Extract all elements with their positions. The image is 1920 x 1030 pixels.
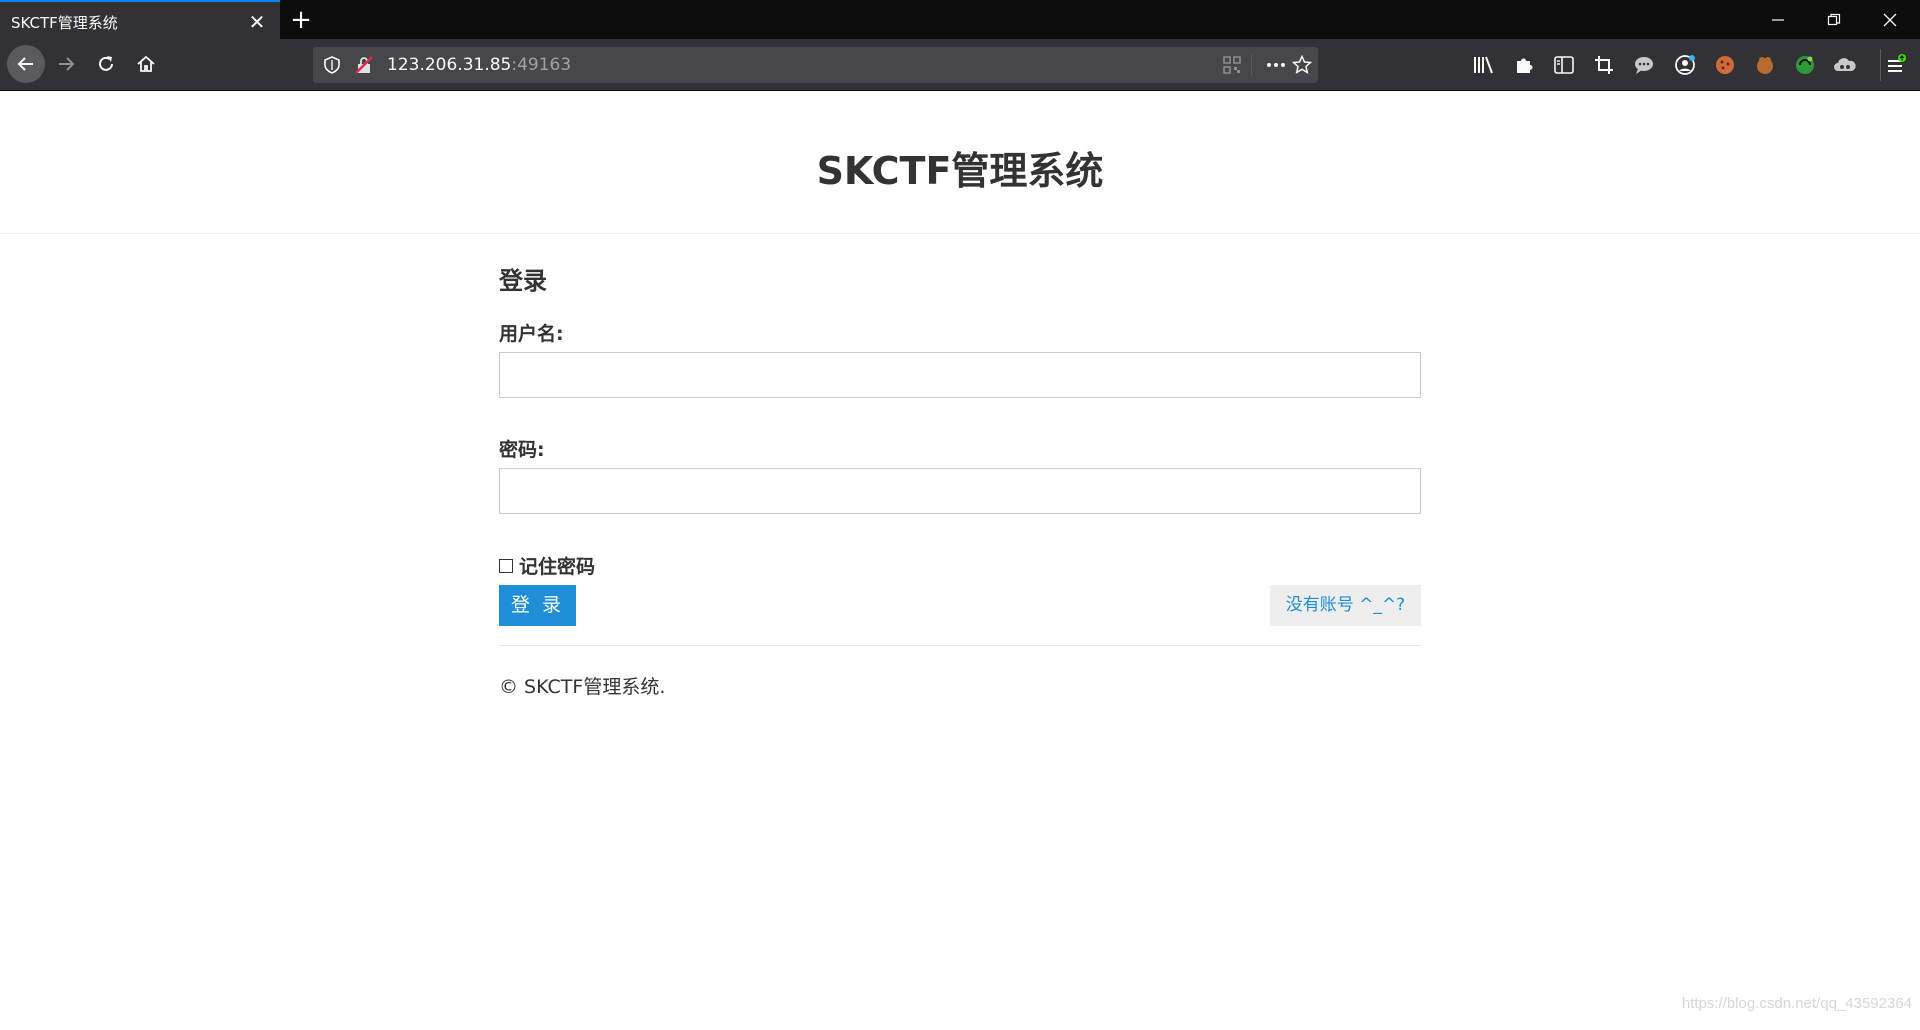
home-button[interactable] [128, 46, 164, 82]
footer-divider [499, 645, 1421, 646]
url-text[interactable]: 123.206.31.85:49163 [387, 55, 571, 75]
sidebar-icon[interactable] [1551, 52, 1577, 78]
cloud-extension-icon[interactable] [1832, 52, 1858, 78]
register-link[interactable]: 没有账号 ^_^? [1270, 585, 1421, 626]
menu-hamburger-icon[interactable] [1883, 52, 1909, 78]
remember-label: 记住密码 [519, 556, 596, 578]
remember-password[interactable]: 记住密码 [499, 552, 595, 579]
close-icon [1883, 13, 1897, 26]
home-icon [137, 55, 155, 72]
footer-copyright: © SKCTF管理系统. [499, 676, 666, 698]
password-label: 密码: [499, 439, 545, 461]
navigation-toolbar: 123.206.31.85:49163 [0, 39, 1920, 91]
restore-button[interactable] [1806, 0, 1862, 39]
url-host: 123.206.31.85 [387, 55, 512, 75]
tab-bar: SKCTF管理系统 ✕ + [0, 0, 1920, 39]
cookie-icon[interactable] [1712, 52, 1738, 78]
watermark: https://blog.csdn.net/qq_43592364 [1681, 995, 1912, 1012]
restore-icon [1827, 13, 1841, 25]
minimize-icon [1772, 18, 1784, 21]
reload-icon [99, 56, 113, 71]
username-label: 用户名: [499, 323, 564, 345]
tab-title: SKCTF管理系统 [11, 14, 118, 32]
forward-arrow-icon [59, 57, 75, 71]
extensions-puzzle-icon[interactable] [1511, 52, 1537, 78]
chat-bubble-icon[interactable] [1631, 52, 1657, 78]
url-divider [1251, 54, 1252, 76]
username-input[interactable] [499, 352, 1421, 398]
active-tab[interactable]: SKCTF管理系统 ✕ [0, 0, 280, 39]
back-button[interactable] [7, 45, 45, 83]
back-arrow-icon [17, 57, 33, 71]
bread-extension-icon[interactable] [1752, 52, 1778, 78]
page-actions-icon[interactable] [1265, 54, 1287, 76]
close-window-button[interactable] [1862, 0, 1918, 39]
toolbar-separator [1880, 49, 1881, 81]
qr-code-icon[interactable] [1221, 54, 1243, 76]
forward-button[interactable] [48, 46, 84, 82]
screenshot-crop-icon[interactable] [1591, 52, 1617, 78]
new-tab-button[interactable]: + [286, 5, 316, 35]
remember-checkbox[interactable] [499, 558, 513, 573]
password-input[interactable] [499, 468, 1421, 514]
login-heading: 登录 [499, 267, 547, 295]
url-port: :49163 [511, 55, 572, 75]
reload-button[interactable] [88, 46, 124, 82]
site-title: SKCTF管理系统 [816, 149, 1104, 193]
green-extension-icon[interactable] [1792, 52, 1818, 78]
address-bar[interactable]: 123.206.31.85:49163 [313, 47, 1318, 83]
library-icon[interactable] [1471, 52, 1497, 78]
close-tab-icon[interactable]: ✕ [245, 10, 269, 34]
login-button[interactable]: 登 录 [499, 585, 576, 626]
insecure-lock-icon[interactable] [353, 54, 375, 76]
bookmark-star-icon[interactable] [1291, 54, 1313, 76]
shield-icon[interactable] [321, 54, 343, 76]
account-icon[interactable] [1672, 52, 1698, 78]
minimize-button[interactable] [1750, 0, 1806, 39]
site-header: SKCTF管理系统 [0, 91, 1920, 234]
